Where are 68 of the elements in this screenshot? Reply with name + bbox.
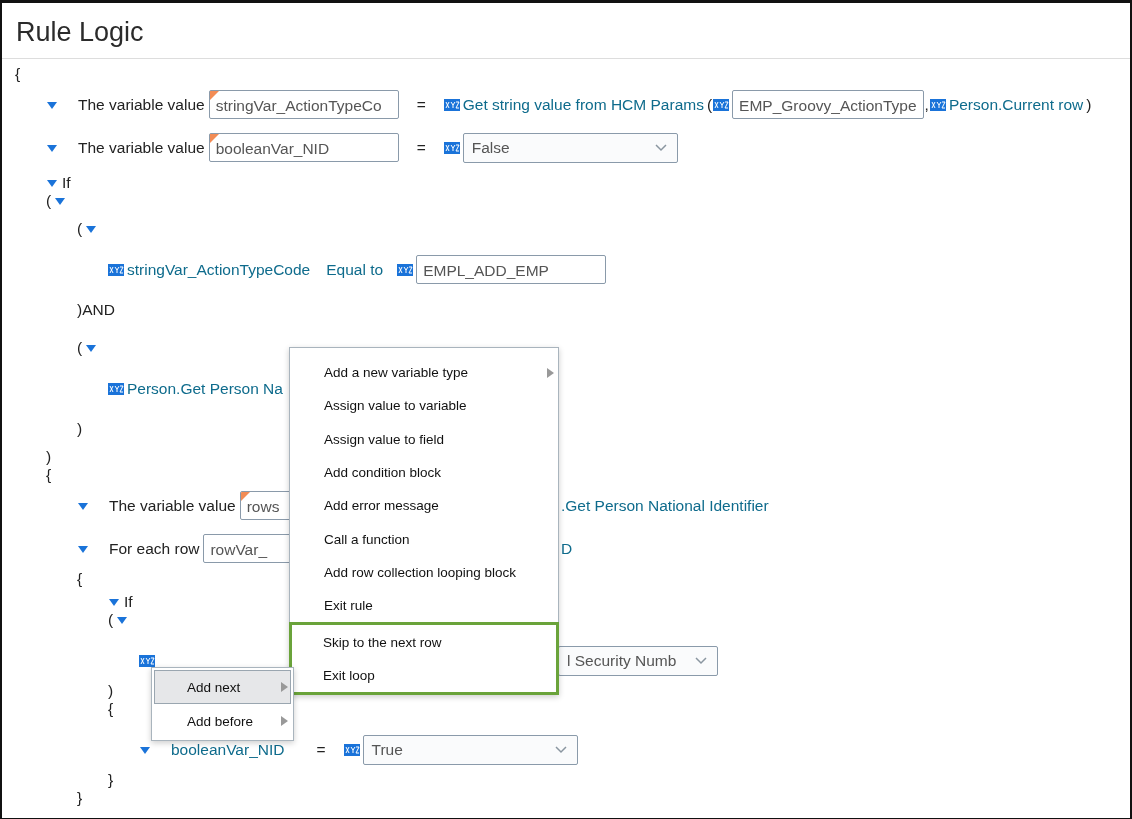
- chevron-down-icon: [695, 656, 707, 665]
- menu-item[interactable]: Skip to the next row: [292, 625, 556, 659]
- code-text: (: [46, 192, 52, 210]
- menu-item[interactable]: Add row collection looping block: [290, 555, 558, 590]
- code-text: {: [108, 700, 114, 718]
- code-text: (: [108, 611, 114, 629]
- menu-item[interactable]: Add error message: [290, 489, 558, 523]
- collapse-triangle-icon[interactable]: [77, 500, 89, 511]
- code-text: (: [77, 220, 83, 238]
- row-label: The variable value: [109, 496, 236, 515]
- collapse-triangle-icon[interactable]: [85, 343, 98, 353]
- row-label: The variable value: [78, 95, 205, 114]
- code-text: {: [77, 570, 83, 588]
- expression-link[interactable]: Get string value from HCM Params: [462, 95, 704, 114]
- code-text: ): [77, 420, 83, 438]
- input-field[interactable]: stringVar_ActionTypeCo: [208, 90, 399, 119]
- input-field[interactable]: booleanVar_NID: [208, 133, 399, 162]
- dropdown-field[interactable]: True: [362, 734, 578, 765]
- chevron-down-icon: [554, 745, 567, 754]
- collapse-triangle-icon[interactable]: [46, 99, 58, 110]
- collapse-triangle-icon[interactable]: [108, 597, 120, 607]
- expression-link[interactable]: Equal to: [326, 260, 384, 279]
- code-text: (: [77, 339, 83, 357]
- collapse-triangle-icon[interactable]: [85, 224, 98, 234]
- input-field[interactable]: EMPL_ADD_EMP: [416, 255, 607, 284]
- code-text: {: [46, 466, 52, 484]
- menu-item[interactable]: Add next: [154, 670, 291, 704]
- row-label: For each row: [109, 539, 200, 558]
- menu-item[interactable]: Add before: [154, 704, 291, 738]
- code-text: ): [108, 682, 114, 700]
- expression-link[interactable]: Person.Get Person Na: [127, 379, 283, 398]
- collapse-triangle-icon[interactable]: [46, 142, 58, 153]
- expression-link[interactable]: Person.Current row: [948, 95, 1084, 114]
- collapse-triangle-icon[interactable]: [54, 196, 67, 206]
- code-text: If: [124, 593, 133, 611]
- operator: =: [416, 138, 426, 157]
- menu-item[interactable]: Add condition block: [290, 455, 558, 490]
- page-title: Rule Logic: [2, 3, 1130, 59]
- code-text: }: [77, 789, 83, 807]
- collapse-triangle-icon[interactable]: [46, 178, 58, 188]
- operator: =: [416, 95, 426, 114]
- collapse-triangle-icon[interactable]: [116, 615, 129, 625]
- dropdown-field[interactable]: l Security Numb: [558, 645, 718, 676]
- punctuation: ): [1086, 95, 1092, 114]
- code-text: If: [62, 174, 71, 192]
- input-field[interactable]: EMP_Groovy_ActionType: [732, 90, 924, 119]
- expression-link[interactable]: stringVar_ActionTypeCode: [127, 260, 311, 279]
- collapse-triangle-icon[interactable]: [139, 744, 151, 755]
- expression-link[interactable]: D: [561, 539, 573, 558]
- menu-item[interactable]: Assign value to variable: [290, 389, 558, 423]
- menu-item[interactable]: Exit rule: [290, 589, 558, 623]
- operator: =: [316, 740, 326, 759]
- menu-item[interactable]: Exit loop: [292, 658, 556, 692]
- collapse-triangle-icon[interactable]: [77, 543, 89, 554]
- menu-item[interactable]: Add a new variable type: [290, 356, 558, 390]
- expression-link[interactable]: .Get Person National Identifier: [561, 496, 769, 515]
- code-text: )AND: [77, 301, 115, 319]
- chevron-down-icon: [654, 143, 667, 152]
- punctuation: ,: [924, 95, 929, 114]
- dropdown-field[interactable]: False: [462, 132, 678, 163]
- expression-link[interactable]: booleanVar_NID: [171, 740, 285, 759]
- menu-item[interactable]: Assign value to field: [290, 422, 558, 456]
- row-label: The variable value: [78, 138, 205, 157]
- code-text: }: [108, 771, 114, 789]
- menu-item[interactable]: Call a function: [290, 522, 558, 556]
- code-text: ): [46, 448, 52, 466]
- punctuation: (: [706, 95, 713, 114]
- code-text: {: [15, 65, 21, 83]
